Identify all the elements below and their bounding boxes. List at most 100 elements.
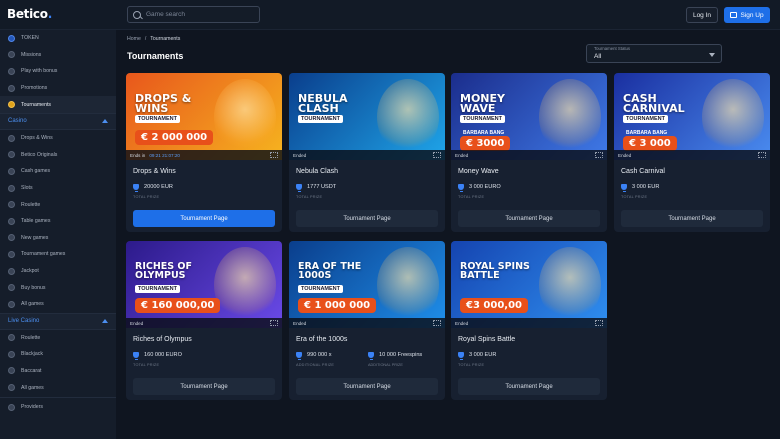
sidebar-item-tournaments[interactable]: Tournaments: [0, 96, 116, 113]
tournament-page-button[interactable]: Tournament Page: [621, 210, 763, 227]
tournament-card[interactable]: CASH CARNIVAL TOURNAMENT BARBARA BANG € …: [614, 73, 770, 232]
prize-value: 990 000 x: [307, 352, 332, 358]
prize-value-2: 10 000 Freespins: [379, 352, 423, 358]
tournament-name: Nebula Clash: [296, 168, 339, 175]
prize: 3 000 EUR: [621, 184, 659, 192]
sidebar-item-promotions[interactable]: Promotions: [0, 80, 116, 97]
sidebar-item-cash-games[interactable]: Cash games: [0, 163, 116, 180]
chevron-down-icon: [709, 53, 715, 57]
originals-icon: [8, 151, 15, 159]
tournament-card[interactable]: DROPS & WINS TOURNAMENT € 2 000 000 Ends…: [126, 73, 282, 232]
status-strip: Ended: [614, 150, 770, 160]
search-input[interactable]: [146, 11, 246, 18]
tournament-banner[interactable]: ERA OF THE 1000S TOURNAMENT € 1 000 000 …: [289, 241, 445, 328]
sidebar-item-slots[interactable]: Slots: [0, 180, 116, 197]
provider-logo-icon: [433, 152, 441, 158]
page-title: Tournaments: [127, 51, 184, 61]
tournament-card[interactable]: MONEY WAVE TOURNAMENT BARBARA BANG € 300…: [451, 73, 607, 232]
login-button[interactable]: Log In: [686, 7, 718, 23]
breadcrumb-separator: /: [144, 36, 147, 42]
prize-value: 3 000 EUR: [469, 352, 497, 358]
prize: 3 000 EURO: [458, 184, 501, 192]
tournament-card[interactable]: ERA OF THE 1000S TOURNAMENT € 1 000 000 …: [289, 241, 445, 400]
signup-button[interactable]: Sign Up: [724, 7, 770, 23]
sidebar-item-live-roulette[interactable]: Roulette: [0, 330, 116, 347]
status-strip: Ended: [126, 318, 282, 328]
prize-label: TOTAL PRIZE: [133, 195, 160, 199]
sidebar-section-casino[interactable]: Casino: [0, 112, 116, 130]
character-art: [214, 79, 276, 155]
blackjack-icon: [8, 350, 15, 358]
tournament-card[interactable]: RICHES OF OLYMPUS TOURNAMENT € 160 000,0…: [126, 241, 282, 400]
all-games-icon: [8, 384, 15, 392]
status-strip: Ended: [289, 150, 445, 160]
trophy-icon: [458, 352, 464, 360]
sidebar-item-buy-bonus[interactable]: Buy bonus: [0, 279, 116, 296]
chevron-up-icon: [102, 119, 108, 124]
top-bar: Betico. Log In Sign Up: [0, 0, 780, 30]
sidebar-item-token[interactable]: TOKEN: [0, 30, 116, 47]
sidebar-item-table-games[interactable]: Table games: [0, 213, 116, 230]
sidebar-item-all-games[interactable]: All games: [0, 296, 116, 313]
banner-headline: CASH CARNIVAL: [623, 92, 685, 116]
prize-value: 160 000 EURO: [144, 352, 182, 358]
character-art: [377, 79, 439, 155]
bonus-icon: [8, 67, 15, 75]
tournament-banner[interactable]: CASH CARNIVAL TOURNAMENT BARBARA BANG € …: [614, 73, 770, 160]
sidebar-item-jackpot[interactable]: Jackpot: [0, 263, 116, 280]
banner-headline: MONEY WAVE: [460, 92, 505, 116]
prize: 1777 USDT: [296, 184, 337, 192]
tournament-status: Ended: [130, 320, 144, 326]
tournament-card[interactable]: NEBULA CLASH TOURNAMENT Ended Nebula Cla…: [289, 73, 445, 232]
tournament-page-button[interactable]: Tournament Page: [133, 210, 275, 227]
breadcrumb-current: Tournaments: [150, 36, 181, 42]
prize-label: TOTAL PRIZE: [458, 195, 485, 199]
sidebar-item-live-all-games[interactable]: All games: [0, 379, 116, 396]
prize-label-2: ADDITIONAL PRIZE: [368, 363, 403, 367]
tournament-banner[interactable]: ROYAL SPINS BATTLE €3 000,00 Ended: [451, 241, 607, 328]
tournament-banner[interactable]: DROPS & WINS TOURNAMENT € 2 000 000 Ends…: [126, 73, 282, 160]
tournament-page-button[interactable]: Tournament Page: [296, 378, 438, 395]
character-art: [377, 247, 439, 323]
status-select-value: All: [594, 53, 602, 60]
trophy-icon: [458, 184, 464, 192]
tournament-banner[interactable]: NEBULA CLASH TOURNAMENT Ended: [289, 73, 445, 160]
banner-headline: NEBULA CLASH: [298, 92, 348, 116]
sidebar-item-play-with-bonus[interactable]: Play with bonus: [0, 63, 116, 80]
sidebar-item-tournament-games[interactable]: Tournament games: [0, 246, 116, 263]
tournament-page-button[interactable]: Tournament Page: [296, 210, 438, 227]
sidebar-section-live-casino[interactable]: Live Casino: [0, 312, 116, 330]
search-box[interactable]: [127, 6, 260, 23]
prize-value: 20000 EUR: [144, 184, 173, 190]
trophy-icon: [296, 184, 302, 192]
user-add-icon: [730, 12, 738, 18]
banner-tag: TOURNAMENT: [623, 115, 669, 123]
trophy-icon: [8, 101, 15, 109]
banner-tag: TOURNAMENT: [135, 115, 181, 123]
sidebar-item-missions[interactable]: Missions: [0, 47, 116, 64]
site-logo[interactable]: Betico.: [7, 7, 52, 21]
sidebar-item-betico-originals[interactable]: Betico Originals: [0, 147, 116, 164]
sidebar: TOKEN Missions Play with bonus Promotion…: [0, 30, 116, 439]
tournament-banner[interactable]: MONEY WAVE TOURNAMENT BARBARA BANG € 300…: [451, 73, 607, 160]
tournament-banner[interactable]: RICHES OF OLYMPUS TOURNAMENT € 160 000,0…: [126, 241, 282, 328]
tournament-status-select[interactable]: Tournament Status All: [586, 44, 722, 63]
tournament-page-button[interactable]: Tournament Page: [458, 210, 600, 227]
tournament-page-button[interactable]: Tournament Page: [458, 378, 600, 395]
sidebar-item-roulette[interactable]: Roulette: [0, 196, 116, 213]
sidebar-item-baccarat[interactable]: Baccarat: [0, 363, 116, 380]
new-games-icon: [8, 234, 15, 242]
character-art: [702, 79, 764, 155]
roulette-icon: [8, 334, 15, 342]
sidebar-item-blackjack[interactable]: Blackjack: [0, 346, 116, 363]
main-content: Home / Tournaments Tournaments Tournamen…: [116, 30, 780, 439]
drops-icon: [8, 134, 15, 142]
tournament-name: Era of the 1000s: [296, 336, 348, 343]
tournament-card[interactable]: ROYAL SPINS BATTLE €3 000,00 Ended Royal…: [451, 241, 607, 400]
tournament-page-button[interactable]: Tournament Page: [133, 378, 275, 395]
sidebar-item-providers[interactable]: Providers: [0, 399, 116, 416]
sidebar-item-drops-wins[interactable]: Drops & Wins: [0, 130, 116, 147]
prize-value: 1777 USDT: [307, 184, 337, 190]
sidebar-item-new-games[interactable]: New games: [0, 230, 116, 247]
breadcrumb-home[interactable]: Home: [127, 36, 141, 42]
